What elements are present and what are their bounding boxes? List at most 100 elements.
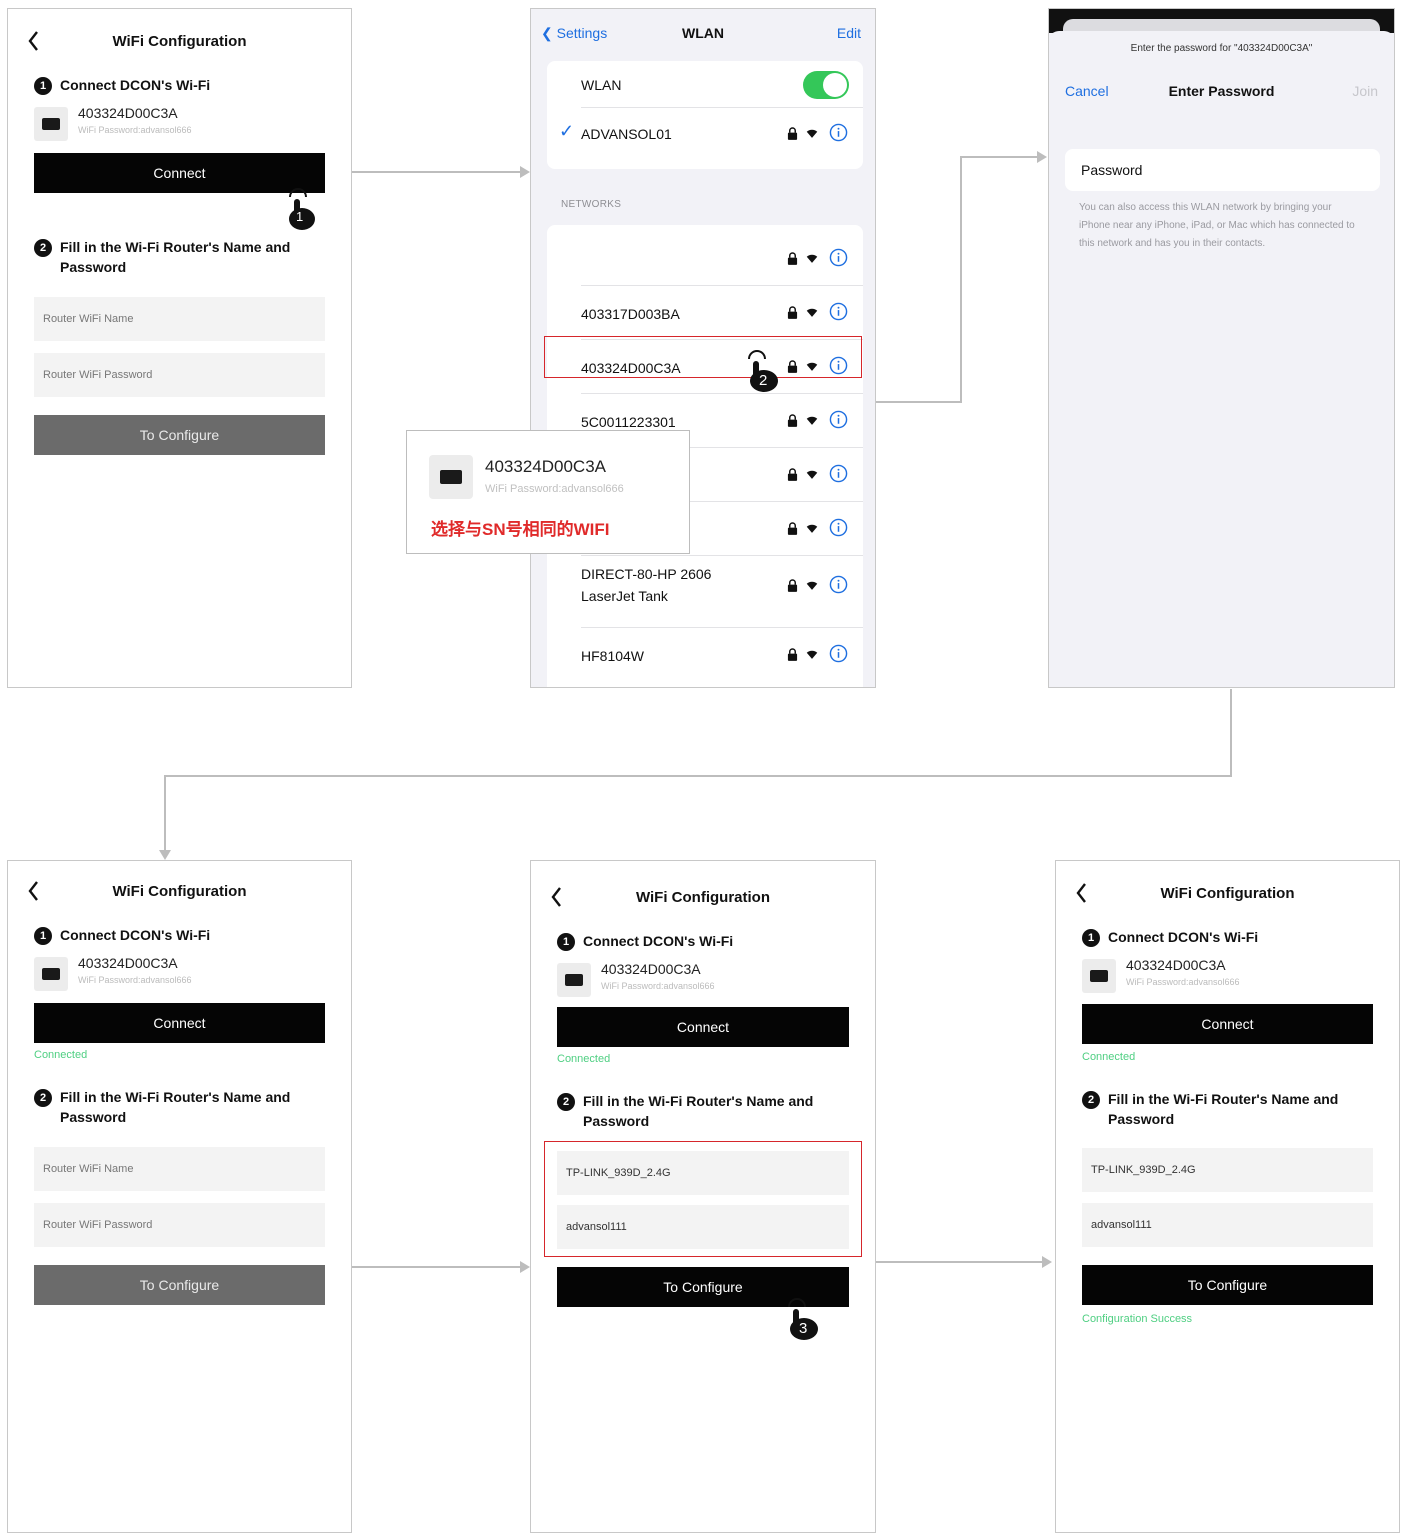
flow-arrow — [520, 166, 530, 178]
configure-button[interactable]: To Configure — [34, 1265, 325, 1305]
password-sheet: Enter the password for "403324D00C3A" Ca… — [1049, 31, 1394, 687]
info-icon[interactable] — [829, 248, 848, 267]
step-label: Connect DCON's Wi-Fi — [60, 77, 211, 93]
status-bar-area — [1049, 9, 1394, 39]
flow-line — [352, 171, 522, 173]
info-icon[interactable] — [829, 575, 848, 594]
step-2-heading: 2 Fill in the Wi-Fi Router's Name and Pa… — [34, 1087, 335, 1127]
flow-arrow — [520, 1261, 530, 1273]
info-icon[interactable] — [829, 410, 848, 429]
step-2-heading: 2 Fill in the Wi-Fi Router's Name and Pa… — [1082, 1089, 1383, 1129]
flow-arrow — [1042, 1256, 1052, 1268]
flow-arrow — [1037, 151, 1047, 163]
network-row[interactable]: 403317D003BA — [547, 293, 863, 333]
wlan-card: WLAN ✓ ADVANSOL01 — [547, 61, 863, 169]
router-password-input[interactable]: Router WiFi Password — [34, 1203, 325, 1247]
device-password: WiFi Password:advansol666 — [78, 975, 192, 985]
network-icons — [787, 248, 851, 270]
connect-button[interactable]: Connect — [34, 153, 325, 193]
flow-line — [1230, 689, 1232, 777]
device-icon — [34, 107, 68, 141]
flow-arrow — [159, 850, 171, 860]
configuration-status: Configuration Success — [1082, 1313, 1193, 1325]
lock-icon — [787, 306, 798, 319]
device-info: 403324D00C3A WiFi Password:advansol666 — [557, 959, 837, 1005]
step-number: 2 — [34, 239, 52, 257]
network-icons — [787, 644, 851, 666]
step-2-heading: 2 Fill in the Wi-Fi Router's Name and Pa… — [557, 1091, 859, 1131]
info-icon[interactable] — [829, 123, 848, 142]
page-title: WiFi Configuration — [1160, 885, 1295, 902]
flow-line — [960, 156, 1038, 158]
network-row[interactable]: DIRECT-80-HP 2606 LaserJet Tank — [547, 563, 863, 604]
info-icon[interactable] — [829, 518, 848, 537]
connect-button[interactable]: Connect — [34, 1003, 325, 1043]
divider — [581, 107, 863, 108]
app-header: WiFi Configuration — [531, 883, 875, 913]
step-number: 2 — [557, 1093, 575, 1111]
join-button[interactable]: Join — [1352, 83, 1378, 99]
app-header: WiFi Configuration — [8, 877, 351, 907]
wlan-toggle[interactable] — [803, 71, 849, 99]
configure-button[interactable]: To Configure — [1082, 1265, 1373, 1305]
checkmark-icon: ✓ — [559, 121, 575, 141]
lock-icon — [787, 579, 798, 592]
edit-button[interactable]: Edit — [837, 25, 861, 41]
networks-header: NETWORKS — [561, 199, 622, 210]
wifi-icon — [806, 581, 818, 590]
router-password-input[interactable]: advansol111 — [1082, 1203, 1373, 1247]
device-info: 403324D00C3A WiFi Password:advansol666 — [34, 103, 314, 149]
device-password: WiFi Password:advansol666 — [78, 125, 192, 135]
step-number: 1 — [34, 927, 52, 945]
tap-hand-icon: 1 — [284, 183, 324, 233]
flow-line — [352, 1266, 522, 1268]
tap-hand-icon: 3 — [783, 1293, 823, 1343]
wifi-icon — [806, 524, 818, 533]
password-prompt: Enter the password for "403324D00C3A" — [1130, 43, 1313, 54]
network-icons — [787, 575, 851, 597]
step-label: Connect DCON's Wi-Fi — [1108, 929, 1259, 945]
network-icons — [787, 123, 851, 145]
step-number: 2 — [34, 1089, 52, 1107]
password-input[interactable]: Password — [1065, 149, 1380, 191]
divider — [581, 555, 863, 556]
device-name: 403324D00C3A — [78, 105, 178, 121]
info-icon[interactable] — [829, 464, 848, 483]
info-icon[interactable] — [829, 644, 848, 663]
connection-status: Connected — [557, 1053, 611, 1065]
connected-network[interactable]: ADVANSOL01 — [581, 126, 672, 142]
device-icon — [1082, 959, 1116, 993]
connection-status: Connected — [34, 1049, 88, 1061]
wifi-icon — [806, 650, 818, 659]
wifi-icon — [806, 308, 818, 317]
lock-icon — [787, 522, 798, 535]
step-1-heading: 1 Connect DCON's Wi-Fi — [557, 931, 859, 951]
device-password: WiFi Password:advansol666 — [1126, 977, 1240, 987]
app-header: WiFi Configuration — [8, 27, 351, 57]
connect-button[interactable]: Connect — [1082, 1004, 1373, 1044]
router-name-input[interactable]: TP-LINK_939D_2.4G — [1082, 1148, 1373, 1192]
screen-enter-password: Enter the password for "403324D00C3A" Ca… — [1048, 8, 1395, 688]
device-name: 403324D00C3A — [601, 961, 701, 977]
page-title: WiFi Configuration — [112, 33, 247, 50]
connect-button[interactable]: Connect — [557, 1007, 849, 1047]
step-label: Fill in the Wi-Fi Router's Name and Pass… — [60, 1089, 291, 1125]
network-name: DIRECT-80-HP 2606 LaserJet Tank — [581, 566, 712, 604]
lock-icon — [787, 468, 798, 481]
device-name: 403324D00C3A — [78, 955, 178, 971]
step-label: Fill in the Wi-Fi Router's Name and Pass… — [1108, 1091, 1339, 1127]
wifi-icon — [806, 129, 818, 138]
divider — [581, 627, 863, 628]
router-name-input[interactable]: Router WiFi Name — [34, 1147, 325, 1191]
router-name-input[interactable]: Router WiFi Name — [34, 297, 325, 341]
router-password-input[interactable]: Router WiFi Password — [34, 353, 325, 397]
network-row[interactable] — [547, 239, 863, 279]
network-icons — [787, 302, 851, 324]
network-icons — [787, 518, 851, 540]
filled-fields-highlight — [544, 1141, 862, 1257]
flow-line — [876, 401, 962, 403]
network-row[interactable]: HF8104W — [547, 635, 863, 675]
info-icon[interactable] — [829, 302, 848, 321]
wlan-toggle-label: WLAN — [581, 77, 622, 93]
configure-button[interactable]: To Configure — [34, 415, 325, 455]
